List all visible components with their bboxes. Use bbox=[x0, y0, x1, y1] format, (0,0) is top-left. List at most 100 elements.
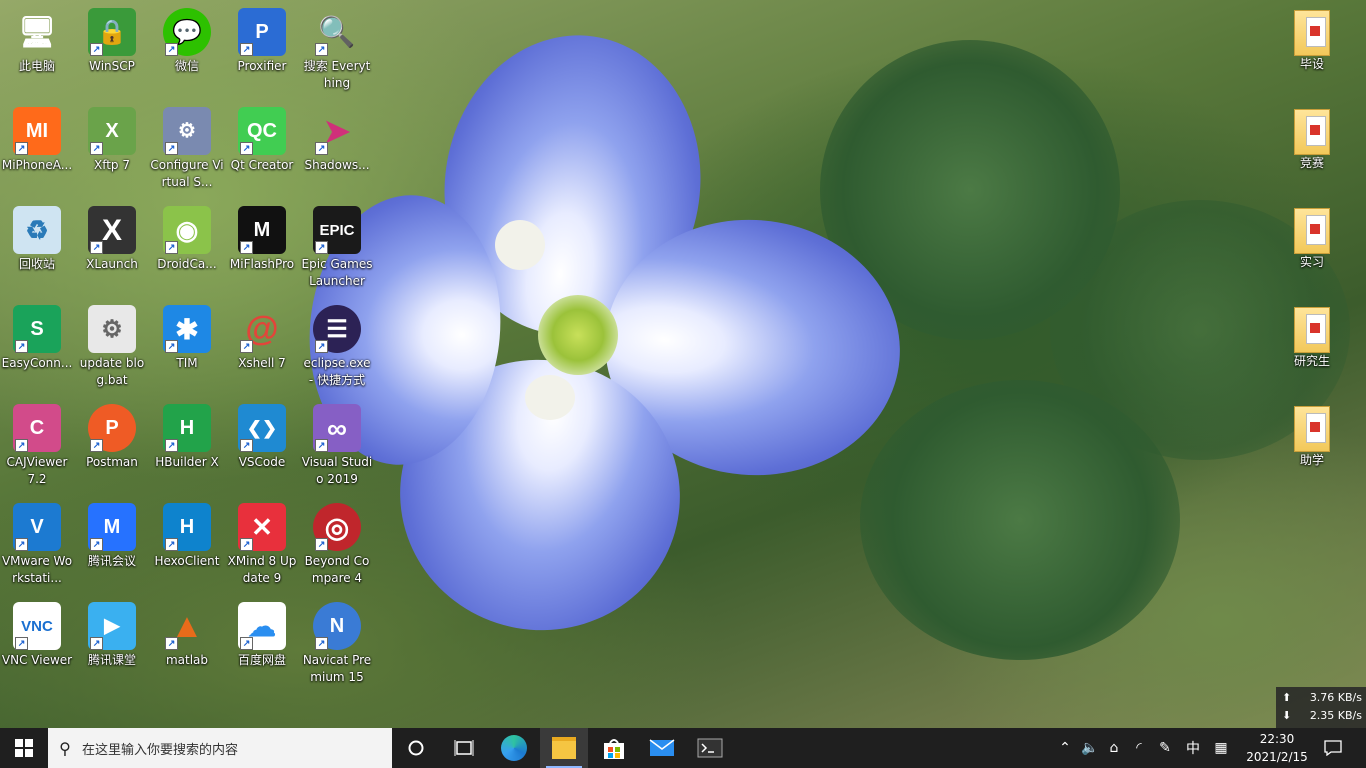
proxifier-icon: P ↗ bbox=[238, 8, 286, 56]
desktop-folder-4[interactable]: 研究生 bbox=[1275, 307, 1349, 370]
easyconnect-icon: S ↗ bbox=[13, 305, 61, 353]
xshell-icon: @ ↗ bbox=[238, 305, 286, 353]
desktop-icon-miphone[interactable]: MI ↗ MiPhoneA... bbox=[0, 107, 74, 174]
desktop-icon-easyconnect[interactable]: S ↗ EasyConn... bbox=[0, 305, 74, 372]
volume-button[interactable]: 🔈 bbox=[1078, 728, 1102, 768]
droidcam-icon: ◉ ↗ bbox=[163, 206, 211, 254]
hbuilder-icon: H ↗ bbox=[163, 404, 211, 452]
icon-label: 研究生 bbox=[1293, 354, 1330, 368]
ime-indicator[interactable]: 中 bbox=[1181, 728, 1205, 768]
desktop-icon-beyond-compare[interactable]: ◎ ↗ Beyond Compare 4 bbox=[300, 503, 374, 587]
desktop-icon-update-blog-bat[interactable]: ⚙ update blog.bat bbox=[75, 305, 149, 389]
desktop-folder-2[interactable]: 竞赛 bbox=[1275, 109, 1349, 172]
mi-icon: MI ↗ bbox=[13, 107, 61, 155]
desktop-icon-proxifier[interactable]: P ↗ Proxifier bbox=[225, 8, 299, 75]
icon-label: update blog.bat bbox=[79, 356, 145, 387]
cortana-button[interactable] bbox=[394, 728, 438, 768]
desktop-icon-tencent-meeting[interactable]: M ↗ 腾讯会议 bbox=[75, 503, 149, 570]
ime-mode-button[interactable]: ▦ bbox=[1208, 728, 1234, 768]
winscp-icon: 🔒 ↗ bbox=[88, 8, 136, 56]
wifi-button[interactable]: ◜ bbox=[1127, 728, 1151, 768]
icon-label: 回收站 bbox=[18, 257, 55, 271]
taskbar-edge[interactable] bbox=[490, 728, 538, 768]
mail-icon bbox=[649, 739, 675, 756]
desktop-icon-xftp[interactable]: X ↗ Xftp 7 bbox=[75, 107, 149, 174]
postman-icon: P ↗ bbox=[88, 404, 136, 452]
task-view-icon bbox=[454, 740, 474, 756]
desktop-icon-postman[interactable]: P ↗ Postman bbox=[75, 404, 149, 471]
desktop-icon-epic-games[interactable]: EPIC ↗ Epic Games Launcher bbox=[300, 206, 374, 290]
desktop-icon-droidcam[interactable]: ◉ ↗ DroidCa... bbox=[150, 206, 224, 273]
ethernet-icon: ⌂ bbox=[1109, 740, 1119, 756]
desktop-icon-shadowsocks[interactable]: ➤ ↗ Shadows... bbox=[300, 107, 374, 174]
search-placeholder: 在这里输入你要搜索的内容 bbox=[82, 742, 239, 758]
icon-label: 实习 bbox=[1299, 255, 1324, 269]
pen-workspace-button[interactable]: ✎ bbox=[1153, 728, 1177, 768]
taskbar-store[interactable] bbox=[590, 728, 638, 768]
icon-label: Xftp 7 bbox=[93, 158, 130, 172]
start-button[interactable] bbox=[0, 728, 48, 768]
desktop-icon-navicat[interactable]: N ↗ Navicat Premium 15 bbox=[300, 602, 374, 686]
desktop-icon-baidu-netdisk[interactable]: ☁ ↗ 百度网盘 bbox=[225, 602, 299, 669]
desktop-icon-winscp[interactable]: 🔒 ↗ WinSCP bbox=[75, 8, 149, 75]
vmware-icon: V ↗ bbox=[13, 503, 61, 551]
desktop-icon-tencent-classroom[interactable]: ▶ ↗ 腾讯课堂 bbox=[75, 602, 149, 669]
desktop-icon-miflashpro[interactable]: M ↗ MiFlashPro bbox=[225, 206, 299, 273]
desktop-folder-3[interactable]: 实习 bbox=[1275, 208, 1349, 271]
desktop-icon-qt-creator[interactable]: QC ↗ Qt Creator bbox=[225, 107, 299, 174]
folder-icon bbox=[1294, 406, 1330, 452]
network-speed-widget[interactable]: ⬆ 3.76 KB/s ⬇ 2.35 KB/s bbox=[1276, 687, 1366, 730]
action-center-button[interactable] bbox=[1318, 728, 1348, 768]
folder-icon bbox=[1294, 208, 1330, 254]
ime-language: 中 bbox=[1186, 741, 1200, 757]
desktop-icon-visual-studio[interactable]: ∞ ↗ Visual Studio 2019 bbox=[300, 404, 374, 488]
desktop-icon-hbuilder[interactable]: H ↗ HBuilder X bbox=[150, 404, 224, 471]
desktop-icon-xshell[interactable]: @ ↗ Xshell 7 bbox=[225, 305, 299, 372]
desktop-icon-tim[interactable]: ✱ ↗ TIM bbox=[150, 305, 224, 372]
icon-label: DroidCa... bbox=[157, 257, 217, 271]
icon-label: VMware Workstati... bbox=[1, 554, 73, 585]
icon-label: WinSCP bbox=[89, 59, 135, 73]
icon-label: Shadows... bbox=[304, 158, 370, 172]
desktop-icon-vmware[interactable]: V ↗ VMware Workstati... bbox=[0, 503, 74, 587]
taskbar: ⚲ 在这里输入你要搜索的内容 ⌃ 🔈 ⌂ ◜ ✎ 中 ▦ 22:30 2021/… bbox=[0, 728, 1366, 768]
taskbar-file-explorer[interactable] bbox=[540, 728, 588, 768]
xmind-icon: ✕ ↗ bbox=[238, 503, 286, 551]
desktop-icon-this-pc[interactable]: 🖥 此电脑 bbox=[0, 8, 74, 75]
icon-label: VSCode bbox=[238, 455, 286, 469]
miflash-icon: M ↗ bbox=[238, 206, 286, 254]
taskbar-terminal[interactable] bbox=[686, 728, 734, 768]
computer-icon: 🖥 bbox=[17, 15, 57, 49]
icon-label: 腾讯课堂 bbox=[87, 653, 136, 667]
desktop-icon-recycle-bin[interactable]: ♻ 回收站 bbox=[0, 206, 74, 273]
desktop-icon-configure-virtual[interactable]: ⚙ ↗ Configure Virtual S... bbox=[150, 107, 224, 191]
configure-icon: ⚙ ↗ bbox=[163, 107, 211, 155]
desktop-icon-wechat[interactable]: 💬 ↗ 微信 bbox=[150, 8, 224, 75]
clock-time: 22:30 bbox=[1259, 732, 1295, 746]
desktop-icon-everything[interactable]: 🔍 ↗ 搜索 Everything bbox=[300, 8, 374, 92]
desktop-icon-matlab[interactable]: ▲ ↗ matlab bbox=[150, 602, 224, 669]
clock-date: 2021/2/15 bbox=[1246, 750, 1308, 764]
icon-label: 助学 bbox=[1299, 453, 1324, 467]
taskbar-mail[interactable] bbox=[638, 728, 686, 768]
epic-games-icon: EPIC ↗ bbox=[313, 206, 361, 254]
icon-label: MiPhoneA... bbox=[1, 158, 73, 172]
show-hidden-icons-button[interactable]: ⌃ bbox=[1054, 728, 1076, 768]
grid-icon: ▦ bbox=[1214, 740, 1228, 756]
desktop-icon-vscode[interactable]: ❮❯ ↗ VSCode bbox=[225, 404, 299, 471]
desktop-icon-hexoclient[interactable]: H ↗ HexoClient bbox=[150, 503, 224, 570]
desktop-folder-1[interactable]: 毕设 bbox=[1275, 10, 1349, 73]
desktop-icon-xmind[interactable]: ✕ ↗ XMind 8 Update 9 bbox=[225, 503, 299, 587]
download-speed-row: ⬇ 2.35 KB/s bbox=[1276, 707, 1366, 725]
desktop-icon-xlaunch[interactable]: X ↗ XLaunch bbox=[75, 206, 149, 273]
desktop-icon-vnc-viewer[interactable]: VNC ↗ VNC Viewer bbox=[0, 602, 74, 669]
task-view-button[interactable] bbox=[442, 728, 486, 768]
desktop-icon-cajviewer[interactable]: C ↗ CAJViewer 7.2 bbox=[0, 404, 74, 488]
desktop-folder-5[interactable]: 助学 bbox=[1275, 406, 1349, 469]
desktop-icon-eclipse[interactable]: ☰ ↗ eclipse.exe - 快捷方式 bbox=[300, 305, 374, 389]
search-icon: ⚲ bbox=[59, 738, 71, 758]
tencent-meeting-icon: M ↗ bbox=[88, 503, 136, 551]
network-status-button[interactable]: ⌂ bbox=[1102, 728, 1126, 768]
taskbar-search-box[interactable]: ⚲ 在这里输入你要搜索的内容 bbox=[48, 728, 392, 768]
taskbar-clock[interactable]: 22:30 2021/2/15 bbox=[1240, 730, 1314, 766]
